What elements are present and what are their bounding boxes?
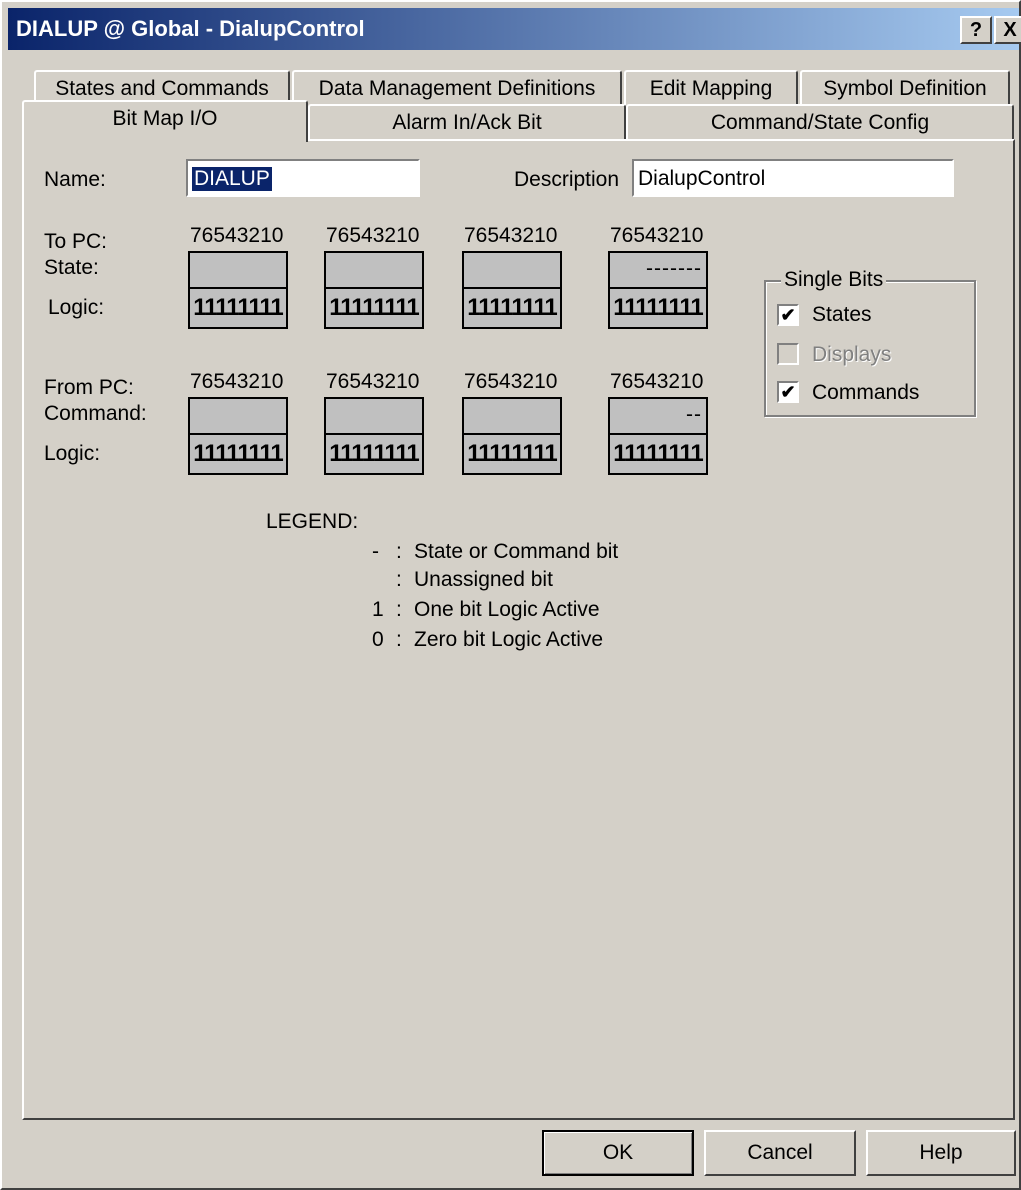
logic-bits: 11111111 xyxy=(467,440,558,467)
single-bits-title: Single Bits xyxy=(781,268,887,292)
bit-header: 76543210 xyxy=(326,370,420,393)
state-bits xyxy=(190,253,286,289)
commands-checkbox[interactable]: ✔ xyxy=(777,381,799,403)
displays-checkbox xyxy=(777,343,799,365)
to-pc-bitmap-byte[interactable]: ------- 11111111 xyxy=(608,251,708,329)
state-bits xyxy=(326,253,422,289)
displays-checkbox-label: Displays xyxy=(812,343,892,366)
legend-colon: : xyxy=(396,598,402,621)
from-pc-bitmap-byte[interactable]: 11111111 xyxy=(324,397,424,475)
states-checkbox-label: States xyxy=(812,303,872,326)
state-bits xyxy=(464,253,560,289)
name-label: Name: xyxy=(44,168,106,191)
bit-header: 76543210 xyxy=(190,224,284,247)
command-bits xyxy=(326,399,422,435)
bit-header: 76543210 xyxy=(464,224,558,247)
to-pc-logic-label: Logic: xyxy=(48,296,105,319)
legend-colon: : xyxy=(396,628,402,651)
logic-bits: 11111111 xyxy=(193,440,284,467)
legend-symbol: 0 xyxy=(372,628,384,651)
bit-header: 76543210 xyxy=(326,224,420,247)
cancel-button[interactable]: Cancel xyxy=(704,1130,856,1176)
legend-symbol: 1 xyxy=(372,598,384,621)
logic-bits: 11111111 xyxy=(613,294,704,321)
legend-description: One bit Logic Active xyxy=(414,598,600,621)
description-label: Description xyxy=(514,168,620,191)
commands-checkbox-label: Commands xyxy=(812,381,920,404)
name-input[interactable]: DIALUP xyxy=(186,159,420,197)
command-bits: -- xyxy=(610,399,706,435)
legend-description: Zero bit Logic Active xyxy=(414,628,604,651)
logic-bits: 11111111 xyxy=(329,294,420,321)
from-pc-bitmap-byte[interactable]: -- 11111111 xyxy=(608,397,708,475)
logic-bits: 11111111 xyxy=(193,294,284,321)
from-pc-bitmap-byte[interactable]: 11111111 xyxy=(188,397,288,475)
state-bits: ------- xyxy=(610,253,706,289)
ok-button[interactable]: OK xyxy=(542,1130,694,1176)
to-pc-label: To PC: xyxy=(44,230,108,253)
to-pc-bitmap-byte[interactable]: 11111111 xyxy=(324,251,424,329)
from-pc-label: From PC: xyxy=(44,376,134,399)
legend-symbol: - xyxy=(372,540,379,563)
command-label: Command: xyxy=(44,402,147,425)
description-value: DialupControl xyxy=(638,167,766,190)
logic-bits: 11111111 xyxy=(613,440,704,467)
from-pc-bitmap-byte[interactable]: 11111111 xyxy=(462,397,562,475)
legend-colon: : xyxy=(396,568,402,591)
legend-colon: : xyxy=(396,540,402,563)
command-bits xyxy=(464,399,560,435)
name-value: DIALUP xyxy=(192,167,272,191)
help-button[interactable]: Help xyxy=(866,1130,1016,1176)
to-pc-bitmap-byte[interactable]: 11111111 xyxy=(462,251,562,329)
bit-header: 76543210 xyxy=(610,224,704,247)
legend-description: Unassigned bit xyxy=(414,568,553,591)
from-pc-logic-label: Logic: xyxy=(44,442,101,465)
bit-header: 76543210 xyxy=(190,370,284,393)
bit-header: 76543210 xyxy=(610,370,704,393)
description-input[interactable]: DialupControl xyxy=(632,159,954,197)
command-bits xyxy=(190,399,286,435)
logic-bits: 11111111 xyxy=(467,294,558,321)
bit-header: 76543210 xyxy=(464,370,558,393)
to-pc-bitmap-byte[interactable]: 11111111 xyxy=(188,251,288,329)
legend-title: LEGEND: xyxy=(266,510,359,533)
states-checkbox[interactable]: ✔ xyxy=(777,304,799,326)
legend-description: State or Command bit xyxy=(414,540,619,563)
state-label: State: xyxy=(44,256,99,279)
logic-bits: 11111111 xyxy=(329,440,420,467)
